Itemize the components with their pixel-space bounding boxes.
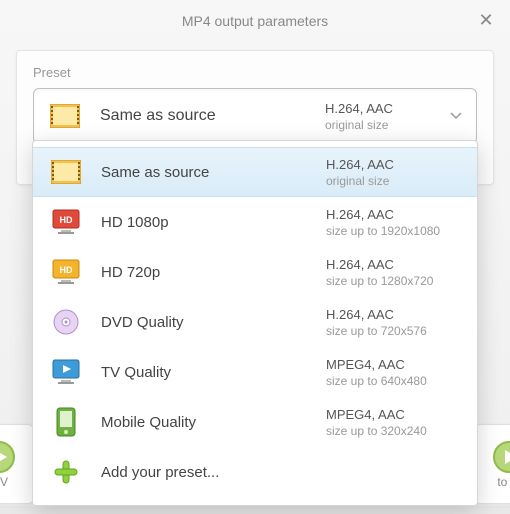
mobile-phone-icon [49,408,83,436]
selected-preset-codec: H.264, AAC [325,101,462,116]
option-title: DVD Quality [101,314,326,331]
preset-option-mobile-quality[interactable]: Mobile Quality MPEG4, AAC size up to 320… [33,397,477,447]
option-size: original size [326,174,461,188]
option-size: size up to 320x240 [326,424,461,438]
bg-thumb-right-label: to M [497,475,510,489]
option-codec: MPEG4, AAC [326,357,461,372]
bg-thumb-left[interactable]: MV [0,424,34,504]
option-title: Same as source [101,164,326,181]
preset-field-label: Preset [33,65,477,80]
film-icon [49,158,83,186]
selected-preset-meta: H.264, AAC original size [325,101,462,132]
output-parameters-dialog: MP4 output parameters ✕ Preset Same as s… [0,0,510,506]
svg-text:HD: HD [60,215,73,225]
option-title: HD 1080p [101,214,326,231]
option-title: HD 720p [101,264,326,281]
option-title: Mobile Quality [101,414,326,431]
preset-option-dvd-quality[interactable]: DVD Quality H.264, AAC size up to 720x57… [33,297,477,347]
monitor-hd-red-icon: HD [49,208,83,236]
selected-preset-title-wrap: Same as source [100,107,325,125]
disc-icon [49,308,83,336]
titlebar: MP4 output parameters ✕ [0,0,510,42]
add-your-preset[interactable]: Add your preset... [33,447,477,497]
option-codec: H.264, AAC [326,207,461,222]
monitor-hd-yellow-icon: HD [49,258,83,286]
selected-preset-title: Same as source [100,107,325,125]
option-title: TV Quality [101,364,326,381]
bg-thumb-left-label: MV [0,475,8,489]
option-codec: H.264, AAC [326,257,461,272]
close-icon[interactable]: ✕ [476,10,496,30]
option-size: size up to 1280x720 [326,274,461,288]
selected-preset-size: original size [325,118,462,132]
preset-option-tv-quality[interactable]: TV Quality MPEG4, AAC size up to 640x480 [33,347,477,397]
add-preset-label: Add your preset... [101,464,326,481]
chevron-down-icon [450,112,462,120]
preset-option-hd-720p[interactable]: HD HD 720p H.264, AAC size up to 1280x72… [33,247,477,297]
tv-icon [49,358,83,386]
dialog-title: MP4 output parameters [182,13,328,29]
plus-icon [49,458,83,486]
preset-dropdown: Same as source H.264, AAC original size … [32,140,478,506]
option-codec: H.264, AAC [326,157,461,172]
option-codec: MPEG4, AAC [326,407,461,422]
bg-thumb-right[interactable]: to M [474,424,510,504]
preset-option-same-as-source[interactable]: Same as source H.264, AAC original size [33,147,477,197]
option-size: size up to 720x576 [326,324,461,338]
preset-option-hd-1080p[interactable]: HD HD 1080p H.264, AAC size up to 1920x1… [33,197,477,247]
option-size: size up to 1920x1080 [326,224,461,238]
svg-text:HD: HD [60,265,73,275]
film-icon [48,102,82,130]
option-codec: H.264, AAC [326,307,461,322]
preset-combo[interactable]: Same as source H.264, AAC original size [33,88,477,144]
option-size: size up to 640x480 [326,374,461,388]
